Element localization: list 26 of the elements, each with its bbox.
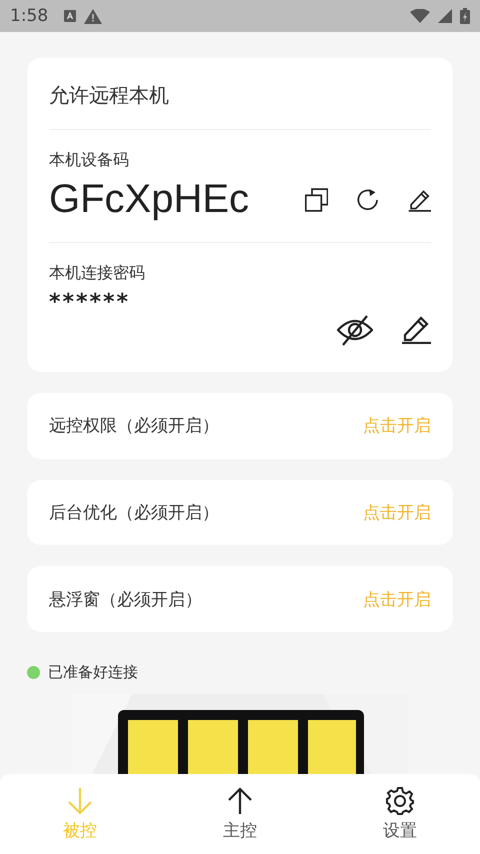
nav-tab[interactable]: 主控: [160, 774, 320, 854]
status-time: 1:58: [10, 6, 48, 26]
permission-label: 远控权限（必须开启）: [49, 415, 219, 438]
password-value: ******: [49, 290, 130, 315]
permission-label: 悬浮窗（必须开启）: [49, 588, 202, 611]
settings-icon: [386, 786, 414, 814]
enable-link[interactable]: 点击开启: [363, 588, 431, 611]
battery-icon: [460, 8, 470, 24]
nav-tab[interactable]: 设置: [320, 774, 480, 854]
edit-icon[interactable]: [401, 314, 431, 344]
permission-label: 后台优化（必须开启）: [49, 502, 219, 524]
hidden-eye-icon[interactable]: [337, 314, 373, 346]
signal-icon: [438, 9, 452, 23]
device-code-label: 本机设备码: [49, 150, 130, 171]
enable-link[interactable]: 点击开启: [363, 414, 431, 438]
device-code: GFcXpHEc: [49, 177, 250, 222]
down-arrow-icon: [67, 786, 93, 814]
up-arrow-icon: [227, 786, 253, 814]
password-label: 本机连接密码: [49, 263, 146, 284]
enable-link[interactable]: 点击开启: [363, 501, 431, 524]
nav-tab[interactable]: 被控: [0, 774, 160, 854]
status-text: 已准备好连接: [48, 663, 138, 682]
warning-icon: [84, 8, 102, 24]
notification-icon: [64, 10, 76, 22]
card-title: 允许远程本机: [49, 82, 170, 109]
wifi-icon: [410, 9, 430, 23]
